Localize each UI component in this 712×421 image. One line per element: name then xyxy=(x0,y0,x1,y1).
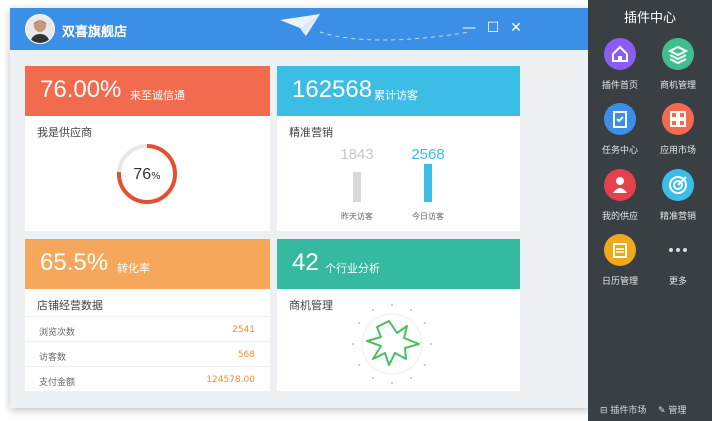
main-window: 双喜旗舰店 — ☐ ✕ 76.00% 来至诚信通 我是供应商 76% 16256… xyxy=(10,8,590,408)
clipboard-icon xyxy=(604,103,636,135)
industry-subtitle: 商机管理 xyxy=(289,299,333,312)
panel-title: 插件中心 xyxy=(623,11,676,26)
yesterday-bar xyxy=(353,172,361,202)
close-button[interactable]: ✕ xyxy=(509,21,523,35)
plugin-tasks[interactable]: 任务中心 xyxy=(590,103,650,163)
integrity-subtitle: 我是供应商 xyxy=(37,126,92,139)
table-row: 访客数 568 xyxy=(25,341,270,367)
plugin-more[interactable]: 更多 xyxy=(648,234,708,294)
visitors-card-header: 162568 累计访客 xyxy=(277,66,520,116)
home-icon xyxy=(604,38,636,70)
plugin-business[interactable]: 商机管理 xyxy=(648,38,708,98)
grid-icon xyxy=(662,103,694,135)
conversion-card-header: 65.5% 转化率 xyxy=(25,239,270,289)
conversion-value: 65.5% xyxy=(40,249,109,276)
yesterday-visitors-value: 1843 xyxy=(340,146,374,163)
integrity-card[interactable]: 76.00% 来至诚信通 我是供应商 76% xyxy=(25,66,270,231)
industry-card[interactable]: 42 个行业分析 商机管理 xyxy=(277,239,520,391)
conversion-label: 转化率 xyxy=(117,262,150,275)
visitors-card[interactable]: 162568 累计访客 精准营销 1843 昨天访客 2568 今日访客 xyxy=(277,66,520,231)
plugin-home[interactable]: 插件首页 xyxy=(590,38,650,98)
integrity-card-header: 76.00% 来至诚信通 xyxy=(25,66,270,116)
yesterday-label: 昨天访客 xyxy=(341,212,373,221)
table-row: 浏览次数 2541 xyxy=(25,316,270,342)
gauge-unit: % xyxy=(151,171,161,182)
more-icon xyxy=(662,234,694,266)
visitors-label: 累计访客 xyxy=(374,89,418,102)
today-label: 今日访客 xyxy=(412,212,444,221)
plugin-app-market[interactable]: 应用市场 xyxy=(648,103,708,163)
table-row: 支付金额 124578.00 xyxy=(25,366,270,392)
industry-label: 个行业分析 xyxy=(325,262,380,275)
plugin-panel: 插件中心 插件首页 商机管理 任务中心 应用市场 我的供应 精准营销 日历管理 … xyxy=(588,0,712,421)
calendar-icon xyxy=(604,234,636,266)
today-visitors-value: 2568 xyxy=(411,146,445,163)
target-icon xyxy=(662,169,694,201)
users-icon xyxy=(604,169,636,201)
title-bar: 双喜旗舰店 — ☐ ✕ xyxy=(10,8,590,50)
dashboard: 76.00% 来至诚信通 我是供应商 76% 162568 累计访客 精准营销 xyxy=(10,50,590,408)
minimize-button[interactable]: — xyxy=(462,21,476,35)
today-bar xyxy=(424,164,432,202)
market-icon: ⊟ xyxy=(600,406,608,416)
integrity-gauge: 76% xyxy=(115,142,179,206)
integrity-value: 76.00% xyxy=(40,76,122,103)
conversion-subtitle: 店铺经营数据 xyxy=(37,299,103,312)
plugin-calendar[interactable]: 日历管理 xyxy=(590,234,650,294)
industry-value: 42 xyxy=(292,249,319,276)
industry-card-header: 42 个行业分析 xyxy=(277,239,520,289)
integrity-label: 来至诚信通 xyxy=(130,89,185,102)
layers-icon xyxy=(662,38,694,70)
plugin-market-link[interactable]: ⊟ 插件市场 xyxy=(600,403,646,416)
gauge-value: 76 xyxy=(133,166,152,183)
visitors-value: 162568 xyxy=(292,76,373,103)
plugin-marketing[interactable]: 精准营销 xyxy=(648,169,708,229)
manage-link[interactable]: ✎ 管理 xyxy=(658,403,686,416)
radar-chart xyxy=(349,301,435,387)
window-title: 双喜旗舰店 xyxy=(62,25,128,40)
plugin-supply[interactable]: 我的供应 xyxy=(590,169,650,229)
visitors-subtitle: 精准营销 xyxy=(289,126,333,139)
conversion-card[interactable]: 65.5% 转化率 店铺经营数据 浏览次数 2541 访客数 568 支付金额 … xyxy=(25,239,270,391)
maximize-button[interactable]: ☐ xyxy=(486,21,500,35)
avatar[interactable] xyxy=(25,14,55,44)
edit-icon: ✎ xyxy=(658,406,666,416)
